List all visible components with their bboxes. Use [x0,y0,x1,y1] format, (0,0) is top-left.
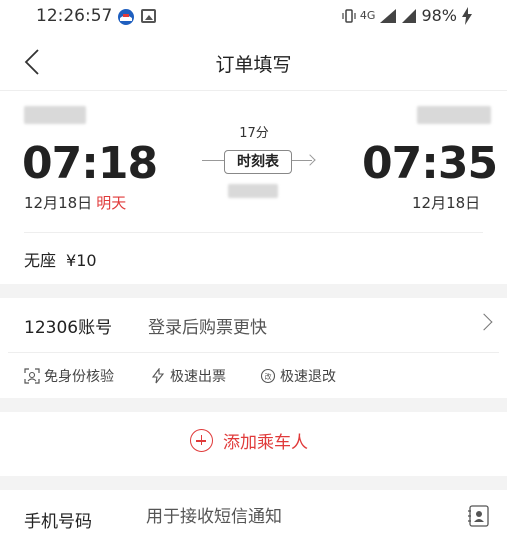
seat-price: ¥10 [66,251,97,270]
section-gap-2 [0,398,507,412]
depart-date: 12月18日 [24,194,93,212]
status-time: 12:26:57 [36,6,113,26]
header-divider [0,90,507,91]
account-label: 12306账号 [24,318,113,338]
refund-icon: 改 [260,368,276,384]
timetable-button[interactable]: 时刻表 [224,150,292,174]
add-passenger-button[interactable]: 添加乘车人 [0,412,507,468]
seat-type: 无座 [24,251,57,270]
train-number-redacted [228,184,278,198]
feature-label: 免身份核验 [44,369,114,385]
depart-station-redacted [24,106,86,124]
depart-date-wrap: 12月18日 明天 [24,192,126,213]
contact-book-icon[interactable] [466,503,492,529]
add-passenger-label: 添加乘车人 [223,433,308,453]
battery-level: 98% [421,6,457,25]
header: 订单填写 [0,34,507,90]
account-divider [8,352,499,353]
signal-icon [380,8,397,23]
arrive-time: 07:35 [362,138,498,189]
phone-label: 手机号码 [24,512,92,532]
charging-icon [462,6,472,25]
app-notification-icon [118,9,134,25]
travel-duration: 17分 [239,126,269,141]
add-passenger-content: 添加乘车人 [190,428,308,453]
network-type: 4G [359,9,376,22]
status-indicators: 4G 98% [342,6,473,25]
section-gap-1 [0,284,507,298]
plus-circle-icon [190,429,213,452]
phone-input[interactable] [146,502,446,532]
feature-fast-refund: 改 极速退改 [260,366,336,386]
arrow-right-icon [304,154,316,166]
feature-id-free: 免身份核验 [24,366,114,386]
account-hint: 登录后购票更快 [148,318,267,338]
day-tag: 明天 [96,194,127,212]
schedule-line-left [202,160,224,161]
vibrate-icon [342,8,356,23]
status-bar: 12:26:57 4G 98% [0,0,507,34]
image-notification-icon [141,9,156,23]
face-scan-icon [24,368,40,384]
arrive-date: 12月18日 [412,194,481,212]
feature-label: 极速退改 [280,369,336,385]
section-gap-3 [0,476,507,490]
feature-fast-ticket: 极速出票 [150,366,226,386]
depart-time: 07:18 [22,138,158,189]
feature-label: 极速出票 [170,369,226,385]
train-divider [24,232,483,233]
lightning-icon [151,368,165,384]
signal-2-icon [402,8,417,23]
svg-text:改: 改 [265,372,272,381]
seat-info: 无座 ¥10 [24,247,97,271]
arrive-station-redacted [417,106,491,124]
page-title: 订单填写 [215,54,292,76]
